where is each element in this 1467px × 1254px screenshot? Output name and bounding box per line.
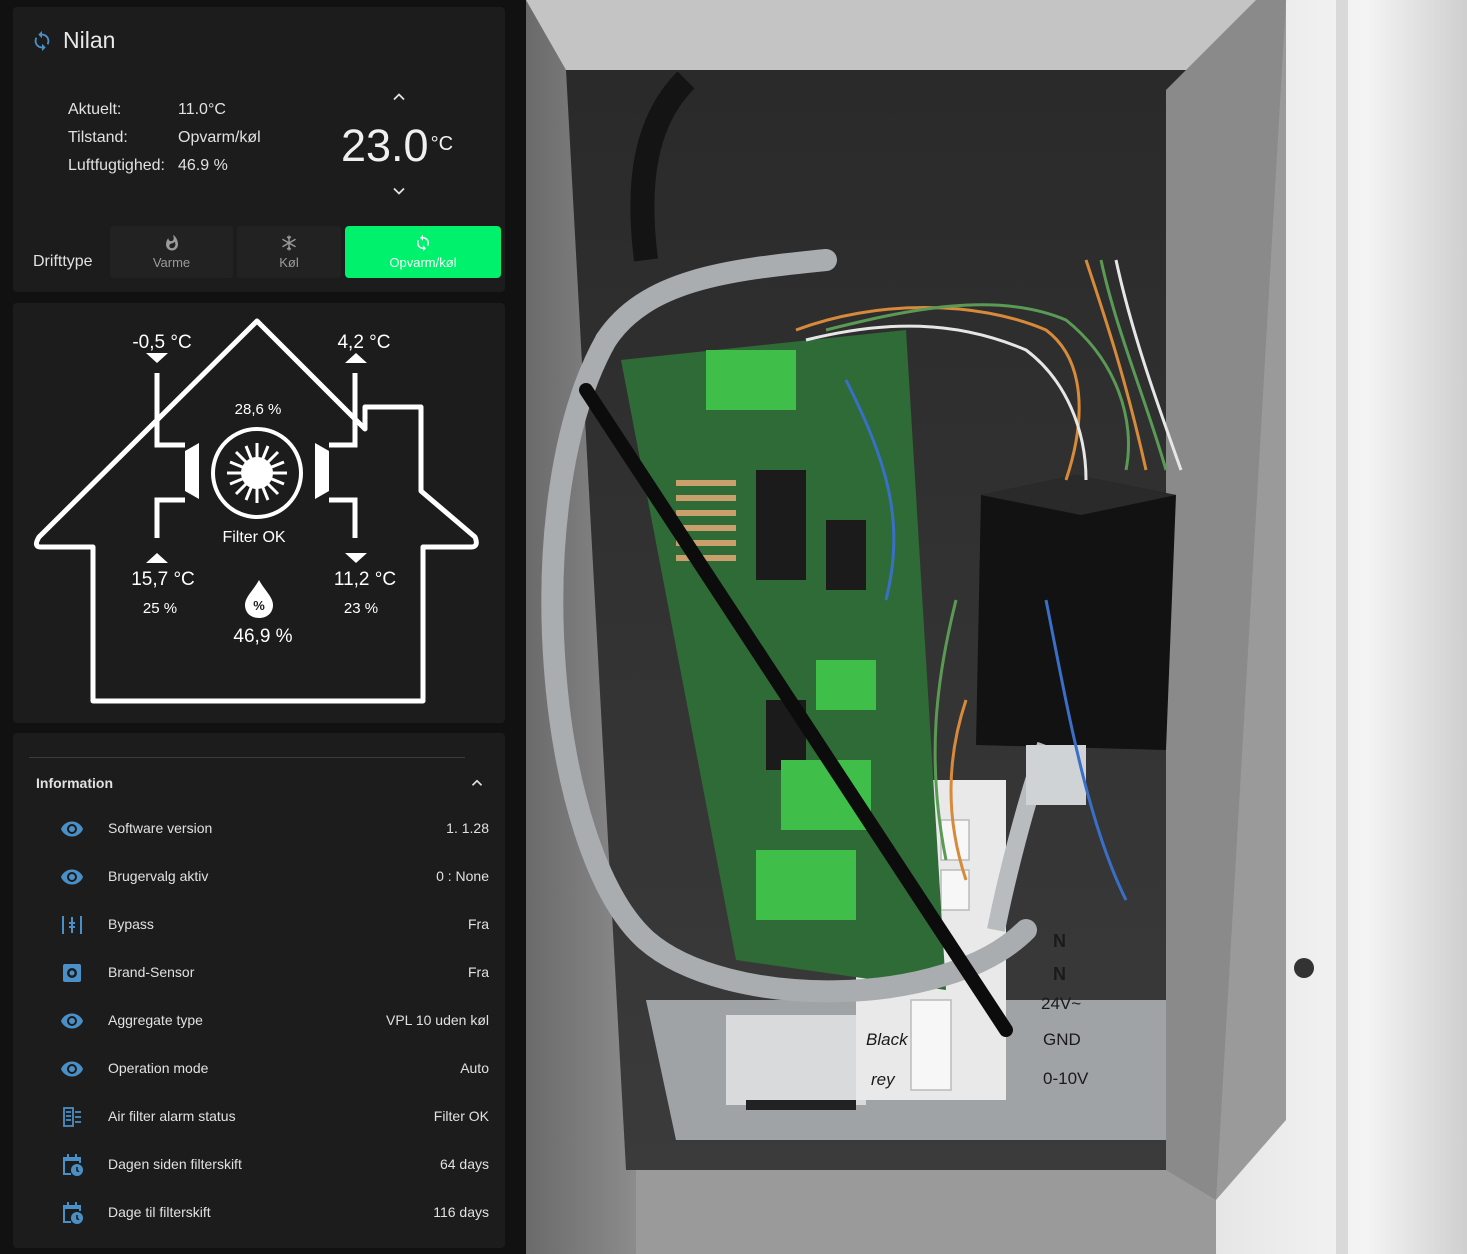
- info-name: Dage til filterskift: [108, 1204, 211, 1220]
- svg-text:%: %: [253, 598, 265, 613]
- attr-value: Opvarm/køl: [178, 129, 261, 146]
- info-name: Software version: [108, 820, 213, 836]
- temp-down-button[interactable]: [389, 181, 409, 201]
- valve-icon: [62, 916, 82, 934]
- attr-label: Tilstand:: [68, 129, 128, 146]
- room-humidity: 46,9 %: [233, 626, 292, 647]
- info-row-days-since-filter-change[interactable]: Dagen siden filterskift 64 days: [13, 1141, 505, 1189]
- unit-electronics-photo: N N 24V~ GND 0-10V Black rey: [526, 0, 1467, 1254]
- dashboard-panel: Nilan Aktuelt: 11.0°C Tilstand: Opvarm/køl…: [0, 0, 526, 1254]
- mode-cool-button[interactable]: Køl: [237, 226, 341, 278]
- eye-icon: [61, 1061, 83, 1077]
- info-value: 0 : None: [436, 868, 489, 884]
- info-row-days-to-filter-change[interactable]: Dage til filterskift 116 days: [13, 1189, 505, 1237]
- collapse-chevron-icon[interactable]: [468, 774, 486, 792]
- info-value: Fra: [468, 916, 489, 932]
- house-card: % -0,5 °C 4,2 °C 28,6 % Filter OK 15,7 °…: [13, 303, 505, 723]
- info-value: Auto: [460, 1060, 489, 1076]
- mode-heat-cool-button[interactable]: Opvarm/køl: [345, 226, 501, 278]
- fan-icon: [185, 427, 329, 519]
- supply-humidity: 25 %: [143, 600, 177, 617]
- outdoor-in-temp: -0,5 °C: [132, 332, 191, 353]
- calendar-clock-icon: [63, 1154, 83, 1176]
- extract-humidity: 23 %: [344, 600, 378, 617]
- target-temp-value: 23.0: [341, 120, 429, 171]
- terminal-label: 0-10V: [1043, 1069, 1089, 1088]
- divider: [29, 757, 465, 758]
- info-value: VPL 10 uden køl: [386, 1012, 489, 1028]
- mode-heat-label: Varme: [152, 255, 191, 270]
- extract-temp: 11,2 °C: [334, 569, 396, 590]
- calendar-clock-icon: [63, 1202, 83, 1224]
- terminal-label: 24V~: [1041, 994, 1081, 1013]
- wire-label: rey: [871, 1070, 896, 1089]
- exhaust-out-temp: 4,2 °C: [337, 332, 390, 353]
- mode-label: Drifttype: [33, 253, 93, 270]
- info-row-bypass[interactable]: Bypass Fra: [13, 901, 505, 949]
- information-card: Information Software version 1. 1.28 Bru…: [13, 733, 505, 1248]
- target-temp-unit: °C: [430, 133, 454, 155]
- info-name: Brugervalg aktiv: [108, 868, 209, 884]
- attr-label: Luftfugtighed:: [68, 157, 165, 174]
- fire-icon: [165, 234, 178, 251]
- attr-value: 46.9 %: [178, 157, 228, 174]
- air-filter-icon: [63, 1107, 81, 1127]
- info-value: 64 days: [439, 1156, 489, 1172]
- info-value: Filter OK: [433, 1108, 489, 1124]
- mode-heat-button[interactable]: Varme: [110, 226, 233, 278]
- thermostat-header[interactable]: Nilan: [31, 27, 115, 54]
- sync-icon: [34, 30, 50, 51]
- snowflake-icon: [282, 235, 296, 251]
- supply-temp: 15,7 °C: [131, 569, 195, 590]
- info-name: Aggregate type: [108, 1012, 203, 1028]
- terminal-label: GND: [1043, 1030, 1081, 1049]
- target-temperature: 23.0 °C: [341, 120, 453, 172]
- mode-cool-label: Køl: [279, 255, 299, 270]
- attr-label: Aktuelt:: [68, 101, 122, 118]
- info-value: 1. 1.28: [446, 820, 489, 836]
- attr-humidity: Luftfugtighed: 46.9 %: [68, 157, 228, 175]
- information-title[interactable]: Information: [36, 775, 113, 791]
- attr-current-temp: Aktuelt: 11.0°C: [68, 101, 226, 119]
- info-value: 116 days: [433, 1204, 489, 1220]
- info-name: Operation mode: [108, 1060, 209, 1076]
- attr-state: Tilstand: Opvarm/køl: [68, 129, 261, 147]
- info-row-operation-mode[interactable]: Operation mode Auto: [13, 1045, 505, 1093]
- temp-up-button[interactable]: [389, 87, 409, 107]
- photo-illustration: N N 24V~ GND 0-10V Black rey: [526, 0, 1467, 1254]
- terminal-label: N: [1053, 964, 1066, 984]
- eye-icon: [61, 869, 83, 885]
- house-diagram: % -0,5 °C 4,2 °C 28,6 % Filter OK 15,7 °…: [33, 318, 479, 704]
- filter-status: Filter OK: [222, 529, 285, 546]
- wire-label: Black: [866, 1030, 909, 1049]
- info-value: Fra: [468, 964, 489, 980]
- sync-icon: [417, 234, 429, 252]
- attr-value: 11.0°C: [178, 101, 226, 118]
- humidity-drop-icon: %: [245, 580, 273, 618]
- terminal-label: N: [1053, 931, 1066, 951]
- fan-speed: 28,6 %: [235, 401, 282, 418]
- info-row-software-version[interactable]: Software version 1. 1.28: [13, 805, 505, 853]
- thermostat-card: Nilan Aktuelt: 11.0°C Tilstand: Opvarm/køl…: [13, 7, 505, 292]
- info-row-aggregate-type[interactable]: Aggregate type VPL 10 uden køl: [13, 997, 505, 1045]
- info-name: Air filter alarm status: [108, 1108, 236, 1124]
- info-name: Bypass: [108, 916, 154, 932]
- info-row-user-choice[interactable]: Brugervalg aktiv 0 : None: [13, 853, 505, 901]
- info-name: Dagen siden filterskift: [108, 1156, 242, 1172]
- eye-icon: [61, 1013, 83, 1029]
- mode-heat-cool-label: Opvarm/køl: [389, 255, 457, 270]
- smoke-detector-icon: [63, 964, 81, 982]
- info-row-air-filter-alarm[interactable]: Air filter alarm status Filter OK: [13, 1093, 505, 1141]
- thermostat-name[interactable]: Nilan: [63, 27, 115, 54]
- info-row-fire-sensor[interactable]: Brand-Sensor Fra: [13, 949, 505, 997]
- info-name: Brand-Sensor: [108, 964, 195, 980]
- eye-icon: [61, 821, 83, 837]
